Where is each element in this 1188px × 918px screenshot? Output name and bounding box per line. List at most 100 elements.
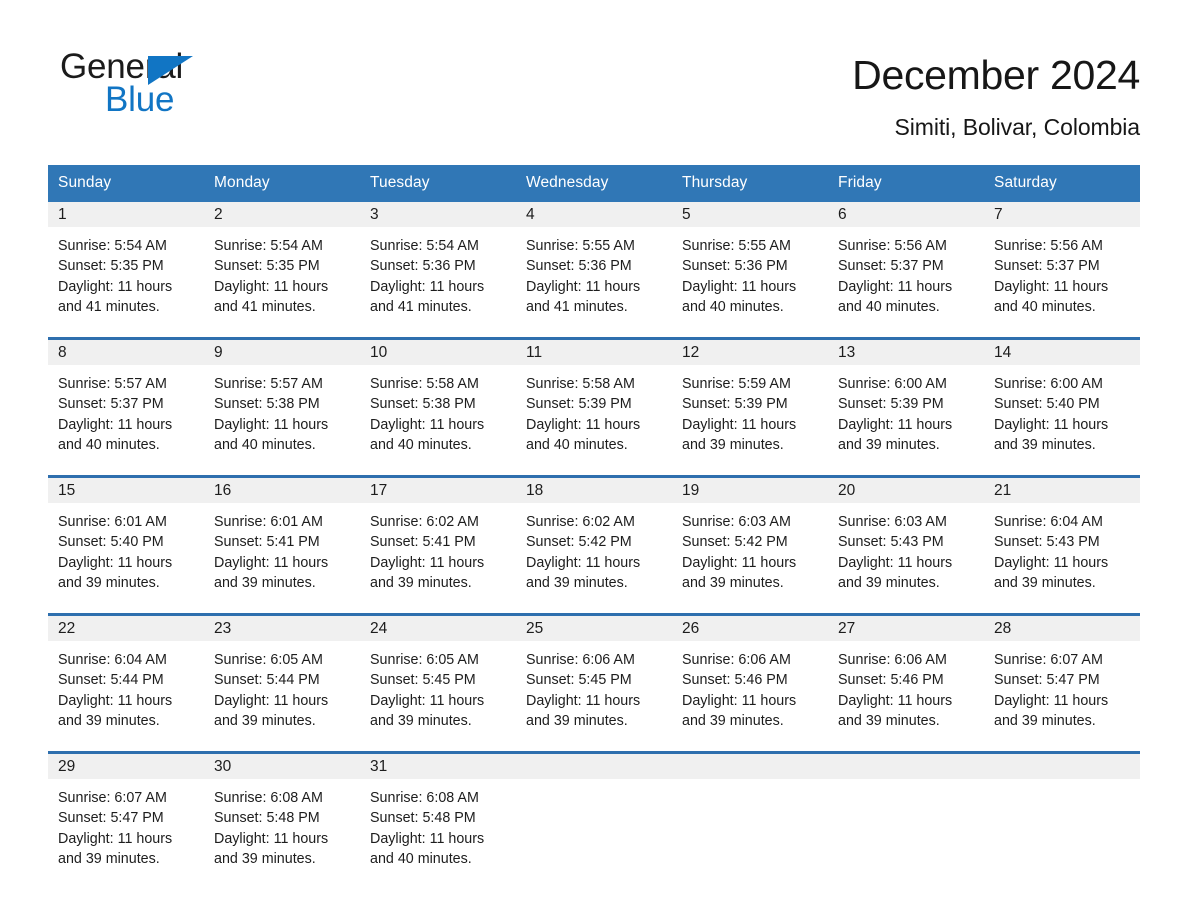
calendar-day-cell[interactable]: 17 Sunrise: 6:02 AM Sunset: 5:41 PM Dayligh… [360, 476, 516, 615]
daylight-text: Daylight: 11 hours and 41 minutes. [526, 278, 641, 315]
sunset-text: Sunset: 5:47 PM [58, 810, 164, 827]
sunrise-text: Sunrise: 5:58 AM [526, 376, 635, 392]
calendar-day-cell[interactable]: 28 Sunrise: 6:07 AM Sunset: 5:47 PM Dayligh… [984, 614, 1140, 753]
daylight-text: Daylight: 11 hours and 41 minutes. [370, 278, 485, 315]
page-subtitle: Simiti, Bolivar, Colombia [894, 114, 1141, 140]
day-details: Sunrise: 5:59 AM Sunset: 5:39 PM Daylight:… [672, 365, 828, 455]
calendar-page: General Blue December 2024 Simiti, Boliv… [0, 0, 1188, 918]
daylight-text: Daylight: 11 hours and 39 minutes. [370, 554, 485, 591]
calendar-empty-cell [516, 752, 672, 889]
sunset-text: Sunset: 5:48 PM [214, 810, 320, 827]
daylight-text: Daylight: 11 hours and 40 minutes. [58, 416, 173, 453]
calendar-day-cell[interactable]: 16 Sunrise: 6:01 AM Sunset: 5:41 PM Dayligh… [204, 476, 360, 615]
calendar-day-cell[interactable]: 25 Sunrise: 6:06 AM Sunset: 5:45 PM Dayligh… [516, 614, 672, 753]
calendar-day-cell[interactable]: 2 Sunrise: 5:54 AM Sunset: 5:35 PM Daylight… [204, 202, 360, 339]
calendar-day-cell[interactable]: 26 Sunrise: 6:06 AM Sunset: 5:46 PM Dayligh… [672, 614, 828, 753]
sunrise-text: Sunrise: 6:02 AM [370, 514, 479, 530]
calendar-day-cell[interactable]: 14 Sunrise: 6:00 AM Sunset: 5:40 PM Dayligh… [984, 338, 1140, 477]
weekday-header-saturday: Saturday [984, 165, 1140, 202]
day-number: 9 [204, 340, 360, 365]
sunrise-text: Sunrise: 6:01 AM [214, 514, 323, 530]
sunrise-text: Sunrise: 6:00 AM [838, 376, 947, 392]
sunset-text: Sunset: 5:41 PM [214, 534, 320, 551]
daylight-text: Daylight: 11 hours and 39 minutes. [682, 554, 797, 591]
day-number: 31 [360, 754, 516, 779]
daylight-text: Daylight: 11 hours and 39 minutes. [526, 692, 641, 729]
day-details: Sunrise: 6:05 AM Sunset: 5:44 PM Daylight:… [204, 641, 360, 731]
calendar-day-cell[interactable]: 1 Sunrise: 5:54 AM Sunset: 5:35 PM Daylight… [48, 202, 204, 339]
daylight-text: Daylight: 11 hours and 39 minutes. [214, 692, 329, 729]
calendar-day-cell[interactable]: 27 Sunrise: 6:06 AM Sunset: 5:46 PM Dayligh… [828, 614, 984, 753]
day-number: 19 [672, 478, 828, 503]
day-details: Sunrise: 6:05 AM Sunset: 5:45 PM Daylight:… [360, 641, 516, 731]
calendar-day-cell[interactable]: 31 Sunrise: 6:08 AM Sunset: 5:48 PM Dayligh… [360, 752, 516, 889]
day-number: 15 [48, 478, 204, 503]
day-number [672, 754, 828, 779]
day-number: 10 [360, 340, 516, 365]
calendar-day-cell[interactable]: 6 Sunrise: 5:56 AM Sunset: 5:37 PM Daylight… [828, 202, 984, 339]
sunrise-text: Sunrise: 6:06 AM [526, 652, 635, 668]
day-number: 23 [204, 616, 360, 641]
sunset-text: Sunset: 5:37 PM [838, 258, 944, 275]
daylight-text: Daylight: 11 hours and 39 minutes. [58, 554, 173, 591]
calendar-day-cell[interactable]: 8 Sunrise: 5:57 AM Sunset: 5:37 PM Daylight… [48, 338, 204, 477]
calendar-day-cell[interactable]: 23 Sunrise: 6:05 AM Sunset: 5:44 PM Dayligh… [204, 614, 360, 753]
sunrise-text: Sunrise: 6:08 AM [214, 790, 323, 806]
day-details: Sunrise: 6:00 AM Sunset: 5:40 PM Daylight:… [984, 365, 1140, 455]
weekday-header-wednesday: Wednesday [516, 165, 672, 202]
calendar-day-cell[interactable]: 18 Sunrise: 6:02 AM Sunset: 5:42 PM Dayligh… [516, 476, 672, 615]
calendar-day-cell[interactable]: 29 Sunrise: 6:07 AM Sunset: 5:47 PM Dayligh… [48, 752, 204, 889]
calendar-day-cell[interactable]: 13 Sunrise: 6:00 AM Sunset: 5:39 PM Dayligh… [828, 338, 984, 477]
day-details: Sunrise: 5:56 AM Sunset: 5:37 PM Daylight:… [984, 227, 1140, 317]
calendar-day-cell[interactable]: 9 Sunrise: 5:57 AM Sunset: 5:38 PM Daylight… [204, 338, 360, 477]
triangle-icon [148, 56, 193, 85]
calendar-day-cell[interactable]: 24 Sunrise: 6:05 AM Sunset: 5:45 PM Dayligh… [360, 614, 516, 753]
sunset-text: Sunset: 5:43 PM [838, 534, 944, 551]
day-details: Sunrise: 6:06 AM Sunset: 5:46 PM Daylight:… [672, 641, 828, 731]
calendar-day-cell[interactable]: 15 Sunrise: 6:01 AM Sunset: 5:40 PM Dayligh… [48, 476, 204, 615]
sunset-text: Sunset: 5:36 PM [526, 258, 632, 275]
calendar-day-cell[interactable]: 5 Sunrise: 5:55 AM Sunset: 5:36 PM Daylight… [672, 202, 828, 339]
calendar-day-cell[interactable]: 3 Sunrise: 5:54 AM Sunset: 5:36 PM Daylight… [360, 202, 516, 339]
day-number: 14 [984, 340, 1140, 365]
weekday-header-sunday: Sunday [48, 165, 204, 202]
calendar-day-cell[interactable]: 4 Sunrise: 5:55 AM Sunset: 5:36 PM Daylight… [516, 202, 672, 339]
day-details: Sunrise: 6:06 AM Sunset: 5:46 PM Daylight:… [828, 641, 984, 731]
sunset-text: Sunset: 5:39 PM [526, 396, 632, 413]
day-number: 18 [516, 478, 672, 503]
day-number [516, 754, 672, 779]
day-details: Sunrise: 6:04 AM Sunset: 5:43 PM Daylight:… [984, 503, 1140, 593]
weekday-header-friday: Friday [828, 165, 984, 202]
day-details: Sunrise: 6:06 AM Sunset: 5:45 PM Daylight:… [516, 641, 672, 731]
sunrise-text: Sunrise: 5:55 AM [682, 238, 791, 254]
day-number: 12 [672, 340, 828, 365]
calendar-day-cell[interactable]: 7 Sunrise: 5:56 AM Sunset: 5:37 PM Daylight… [984, 202, 1140, 339]
calendar-day-cell[interactable]: 11 Sunrise: 5:58 AM Sunset: 5:39 PM Dayligh… [516, 338, 672, 477]
calendar-day-cell[interactable]: 22 Sunrise: 6:04 AM Sunset: 5:44 PM Dayligh… [48, 614, 204, 753]
calendar-day-cell[interactable]: 19 Sunrise: 6:03 AM Sunset: 5:42 PM Dayligh… [672, 476, 828, 615]
logo-text-blue: Blue [105, 80, 175, 119]
calendar-day-cell[interactable]: 12 Sunrise: 5:59 AM Sunset: 5:39 PM Dayligh… [672, 338, 828, 477]
sunrise-text: Sunrise: 6:05 AM [214, 652, 323, 668]
day-details: Sunrise: 6:02 AM Sunset: 5:42 PM Daylight:… [516, 503, 672, 593]
daylight-text: Daylight: 11 hours and 39 minutes. [682, 416, 797, 453]
daylight-text: Daylight: 11 hours and 40 minutes. [526, 416, 641, 453]
daylight-text: Daylight: 11 hours and 39 minutes. [214, 554, 329, 591]
calendar-day-cell[interactable]: 20 Sunrise: 6:03 AM Sunset: 5:43 PM Dayligh… [828, 476, 984, 615]
page-header: General Blue December 2024 Simiti, Boliv… [48, 0, 1140, 148]
sunrise-text: Sunrise: 5:55 AM [526, 238, 635, 254]
daylight-text: Daylight: 11 hours and 40 minutes. [682, 278, 797, 315]
day-details: Sunrise: 5:58 AM Sunset: 5:39 PM Daylight:… [516, 365, 672, 455]
sunrise-text: Sunrise: 5:56 AM [838, 238, 947, 254]
sunset-text: Sunset: 5:39 PM [682, 396, 788, 413]
day-number: 30 [204, 754, 360, 779]
calendar-day-cell[interactable]: 10 Sunrise: 5:58 AM Sunset: 5:38 PM Dayligh… [360, 338, 516, 477]
day-number: 20 [828, 478, 984, 503]
calendar-day-cell[interactable]: 21 Sunrise: 6:04 AM Sunset: 5:43 PM Dayligh… [984, 476, 1140, 615]
day-details: Sunrise: 6:01 AM Sunset: 5:41 PM Daylight:… [204, 503, 360, 593]
sunrise-text: Sunrise: 6:02 AM [526, 514, 635, 530]
sunset-text: Sunset: 5:36 PM [682, 258, 788, 275]
daylight-text: Daylight: 11 hours and 39 minutes. [214, 830, 329, 867]
calendar-day-cell[interactable]: 30 Sunrise: 6:08 AM Sunset: 5:48 PM Dayligh… [204, 752, 360, 889]
day-details: Sunrise: 6:03 AM Sunset: 5:42 PM Daylight:… [672, 503, 828, 593]
